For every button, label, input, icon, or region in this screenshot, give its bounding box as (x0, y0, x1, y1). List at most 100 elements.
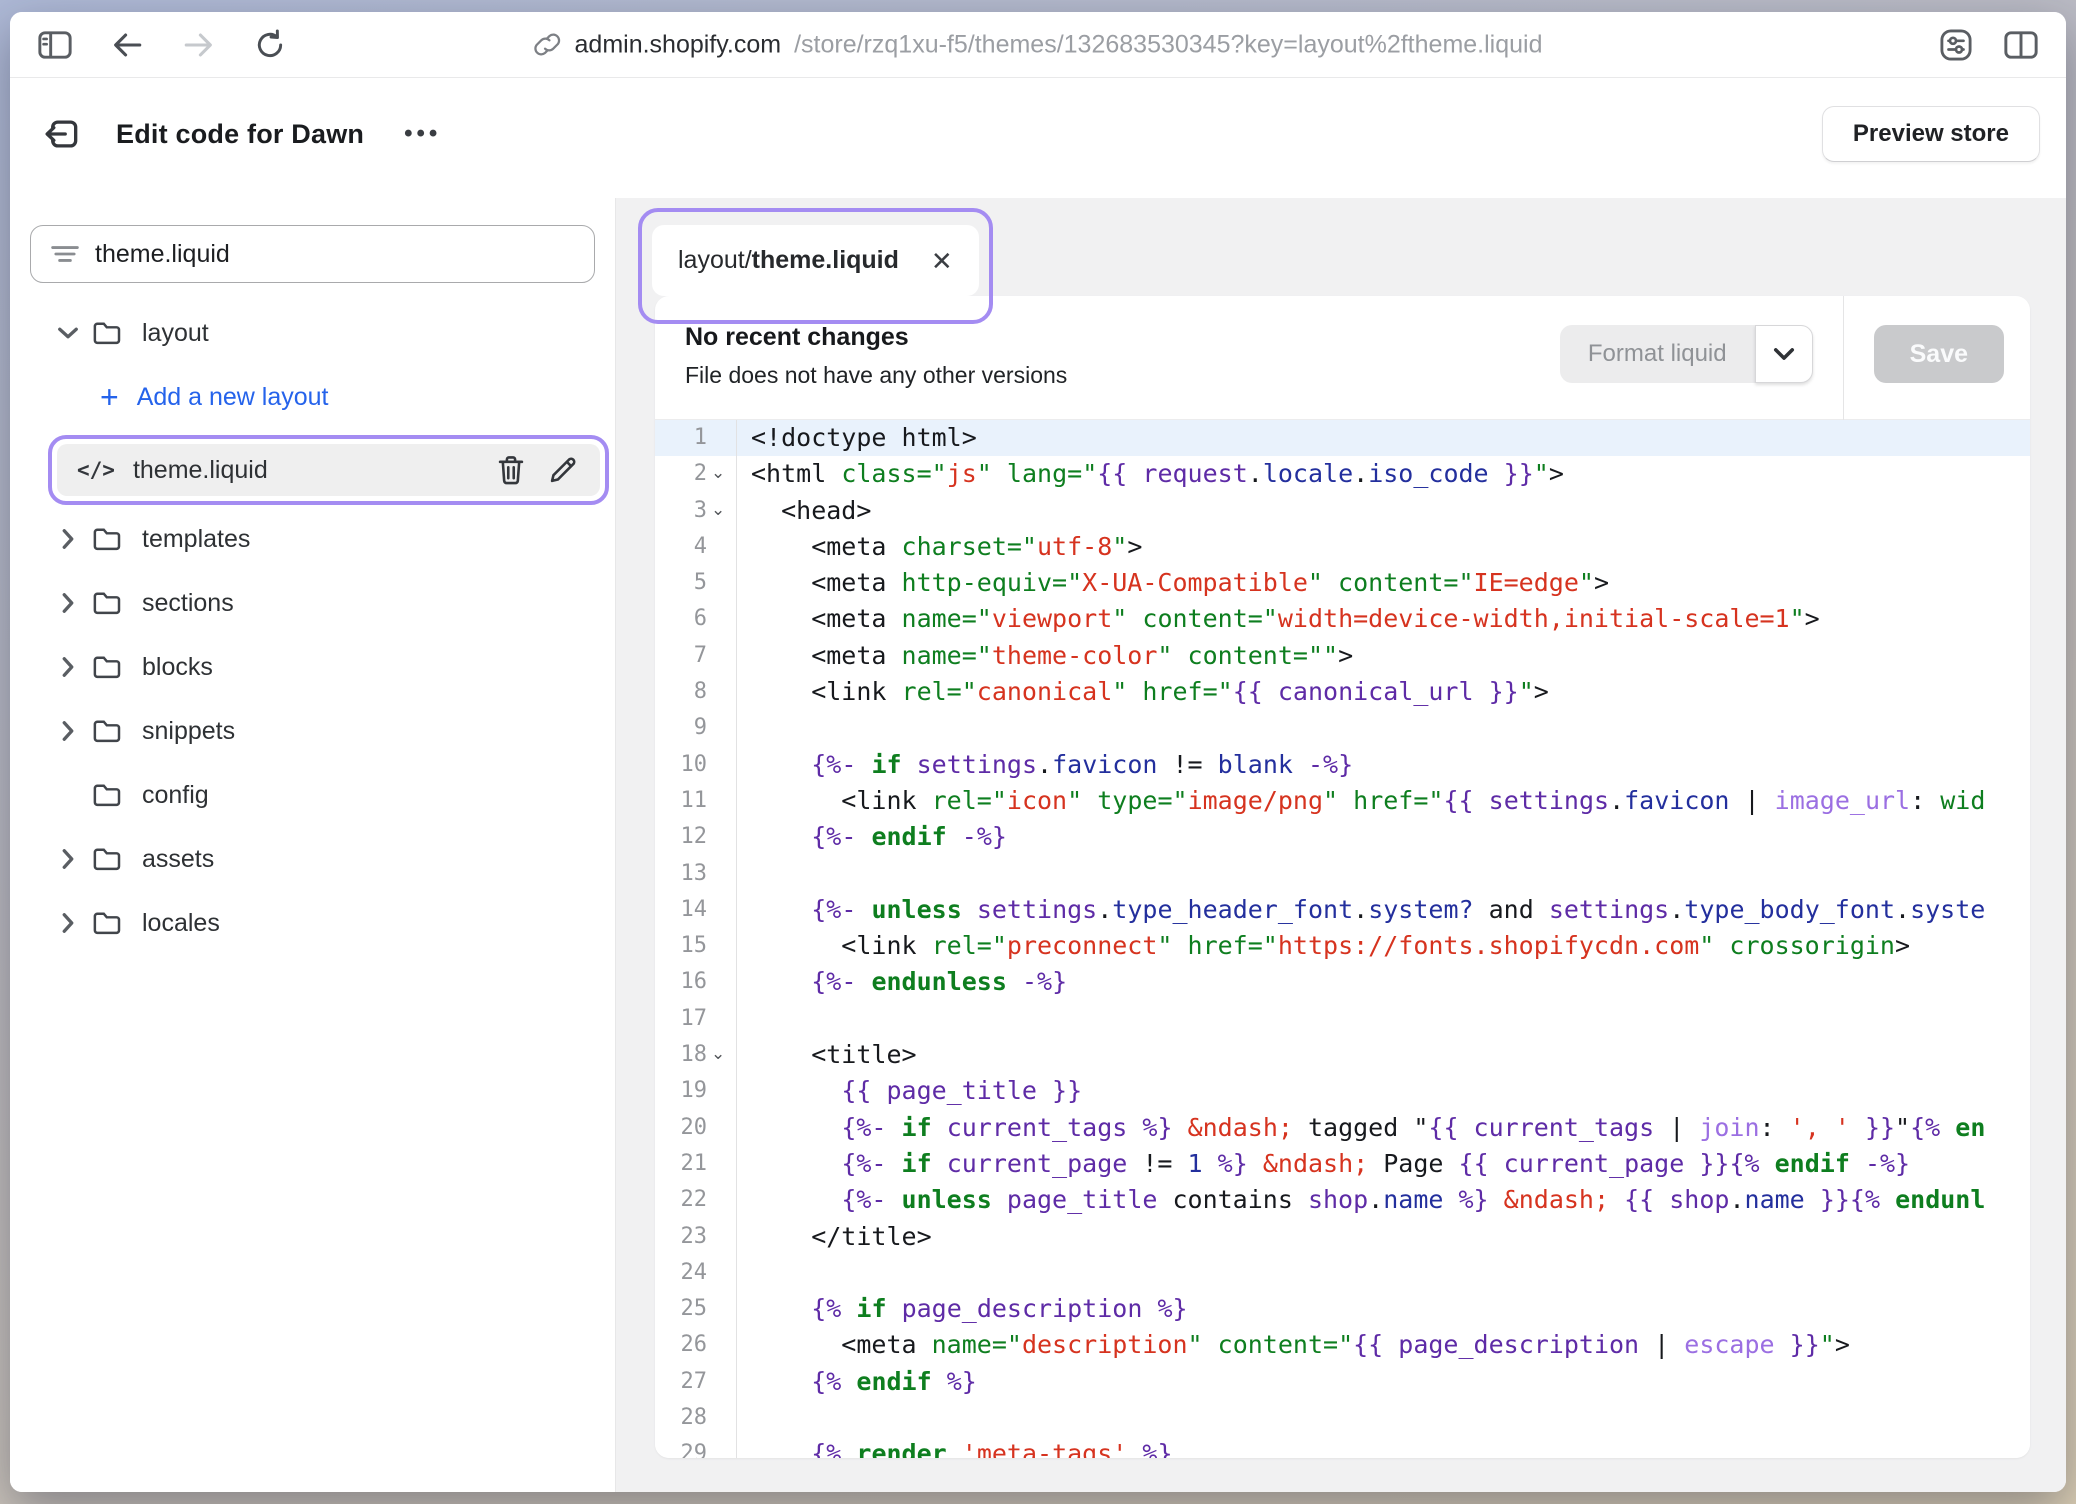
code-line[interactable]: 23 </title> (655, 1219, 2030, 1255)
code-editor[interactable]: 1<!doctype html>2⌄<html class="js" lang=… (655, 420, 2030, 1458)
sidebar-item-layout[interactable]: layout (10, 307, 615, 359)
link-icon (534, 31, 562, 59)
add-layout-button[interactable]: + Add a new layout (10, 371, 615, 423)
code-text[interactable]: {% render 'meta-tags' %} (737, 1436, 2030, 1458)
close-icon[interactable]: ✕ (931, 248, 953, 274)
code-line[interactable]: 1 <!doctype html> (655, 420, 2030, 456)
code-text[interactable] (737, 1255, 2030, 1291)
code-text[interactable]: <meta name="theme-color" content=""> (737, 638, 2030, 674)
code-line[interactable]: 9 (655, 710, 2030, 746)
split-view-icon[interactable] (2004, 30, 2038, 60)
fold-toggle-icon[interactable]: ⌄ (707, 493, 737, 529)
code-line[interactable]: 15 <link rel="preconnect" href="https://… (655, 928, 2030, 964)
code-text[interactable]: {%- unless page_title contains shop.name… (737, 1182, 2030, 1218)
file-search-box[interactable] (30, 225, 595, 283)
code-line[interactable]: 13 (655, 856, 2030, 892)
code-line[interactable]: 29 {% render 'meta-tags' %} (655, 1436, 2030, 1458)
exit-editor-icon[interactable] (44, 115, 82, 153)
sidebar-item-assets[interactable]: assets (10, 833, 615, 885)
code-text[interactable] (737, 710, 2030, 746)
format-liquid-menu-button[interactable] (1755, 325, 1813, 383)
code-text[interactable] (737, 1001, 2030, 1037)
code-text[interactable]: {%- if current_tags %} &ndash; tagged "{… (737, 1110, 2030, 1146)
code-text[interactable]: {% if page_description %} (737, 1291, 2030, 1327)
file-search-input[interactable] (95, 240, 574, 269)
folder-icon (92, 590, 124, 616)
status-subtitle: File does not have any other versions (685, 362, 1067, 389)
address-bar[interactable]: admin.shopify.com/store/rzq1xu-f5/themes… (534, 30, 1543, 59)
code-text[interactable]: <link rel="canonical" href="{{ canonical… (737, 674, 2030, 710)
code-text[interactable]: <head> (737, 493, 2030, 529)
forward-icon[interactable] (182, 30, 216, 60)
code-line[interactable]: 11 <link rel="icon" type="image/png" hre… (655, 783, 2030, 819)
code-line[interactable]: 7 <meta name="theme-color" content=""> (655, 638, 2030, 674)
code-line[interactable]: 21 {%- if current_page != 1 %} &ndash; P… (655, 1146, 2030, 1182)
editor-card: No recent changes File does not have any… (655, 296, 2030, 1458)
more-menu-icon[interactable]: ••• (398, 120, 447, 148)
sidebar-toggle-icon[interactable] (38, 30, 72, 60)
fold-toggle-icon[interactable]: ⌄ (707, 1037, 737, 1073)
code-line[interactable]: 2⌄<html class="js" lang="{{ request.loca… (655, 456, 2030, 492)
code-line[interactable]: 16 {%- endunless -%} (655, 964, 2030, 1000)
code-line[interactable]: 6 <meta name="viewport" content="width=d… (655, 601, 2030, 637)
code-line[interactable]: 4 <meta charset="utf-8"> (655, 529, 2030, 565)
code-text[interactable]: </title> (737, 1219, 2030, 1255)
fold-spacer (707, 819, 737, 855)
format-liquid-button[interactable]: Format liquid (1560, 325, 1755, 383)
code-line[interactable]: 19 {{ page_title }} (655, 1073, 2030, 1109)
line-number: 27 (655, 1364, 707, 1400)
page-settings-icon[interactable] (1938, 27, 1974, 63)
sidebar-item-config[interactable]: config (10, 769, 615, 821)
code-line[interactable]: 14 {%- unless settings.type_header_font.… (655, 892, 2030, 928)
rename-file-button[interactable] (546, 453, 580, 487)
sidebar-item-blocks[interactable]: blocks (10, 641, 615, 693)
code-text[interactable]: {%- endunless -%} (737, 964, 2030, 1000)
code-text[interactable]: <link rel="preconnect" href="https://fon… (737, 928, 2030, 964)
code-text[interactable]: <meta http-equiv="X-UA-Compatible" conte… (737, 565, 2030, 601)
tab-theme-liquid[interactable]: layout/theme.liquid ✕ (652, 225, 979, 296)
code-line[interactable]: 12 {%- endif -%} (655, 819, 2030, 855)
code-text[interactable] (737, 856, 2030, 892)
code-line[interactable]: 22 {%- unless page_title contains shop.n… (655, 1182, 2030, 1218)
code-text[interactable]: <title> (737, 1037, 2030, 1073)
sidebar-item-snippets[interactable]: snippets (10, 705, 615, 757)
code-line[interactable]: 10 {%- if settings.favicon != blank -%} (655, 747, 2030, 783)
back-icon[interactable] (110, 30, 144, 60)
sidebar-item-theme-liquid[interactable]: </> theme.liquid (57, 444, 600, 496)
code-line[interactable]: 17 (655, 1001, 2030, 1037)
delete-file-button[interactable] (494, 453, 528, 487)
code-line[interactable]: 25 {% if page_description %} (655, 1291, 2030, 1327)
code-text[interactable]: {%- if current_page != 1 %} &ndash; Page… (737, 1146, 2030, 1182)
code-text[interactable]: {% endif %} (737, 1364, 2030, 1400)
code-text[interactable]: <meta charset="utf-8"> (737, 529, 2030, 565)
sidebar-item-locales[interactable]: locales (10, 897, 615, 949)
sidebar-item-templates[interactable]: templates (10, 513, 615, 565)
code-text[interactable]: <meta name="description" content="{{ pag… (737, 1327, 2030, 1363)
line-number: 1 (655, 420, 707, 456)
save-button[interactable]: Save (1874, 325, 2004, 383)
code-text[interactable]: {%- unless settings.type_header_font.sys… (737, 892, 2030, 928)
code-line[interactable]: 27 {% endif %} (655, 1364, 2030, 1400)
code-line[interactable]: 26 <meta name="description" content="{{ … (655, 1327, 2030, 1363)
code-text[interactable]: <html class="js" lang="{{ request.locale… (737, 456, 2030, 492)
sidebar-item-sections[interactable]: sections (10, 577, 615, 629)
code-line[interactable]: 24 (655, 1255, 2030, 1291)
code-line[interactable]: 28 (655, 1400, 2030, 1436)
code-line[interactable]: 18⌄ <title> (655, 1037, 2030, 1073)
code-line[interactable]: 3⌄ <head> (655, 493, 2030, 529)
code-line[interactable]: 5 <meta http-equiv="X-UA-Compatible" con… (655, 565, 2030, 601)
code-text[interactable]: <meta name="viewport" content="width=dev… (737, 601, 2030, 637)
reload-icon[interactable] (254, 29, 286, 61)
fold-toggle-icon[interactable]: ⌄ (707, 456, 737, 492)
line-number: 2 (655, 456, 707, 492)
code-line[interactable]: 8 <link rel="canonical" href="{{ canonic… (655, 674, 2030, 710)
code-text[interactable] (737, 1400, 2030, 1436)
code-text[interactable]: {%- endif -%} (737, 819, 2030, 855)
code-text[interactable]: <!doctype html> (737, 420, 2030, 456)
fold-spacer (707, 1073, 737, 1109)
code-text[interactable]: <link rel="icon" type="image/png" href="… (737, 783, 2030, 819)
code-line[interactable]: 20 {%- if current_tags %} &ndash; tagged… (655, 1110, 2030, 1146)
preview-store-button[interactable]: Preview store (1822, 106, 2040, 162)
code-text[interactable]: {{ page_title }} (737, 1073, 2030, 1109)
code-text[interactable]: {%- if settings.favicon != blank -%} (737, 747, 2030, 783)
